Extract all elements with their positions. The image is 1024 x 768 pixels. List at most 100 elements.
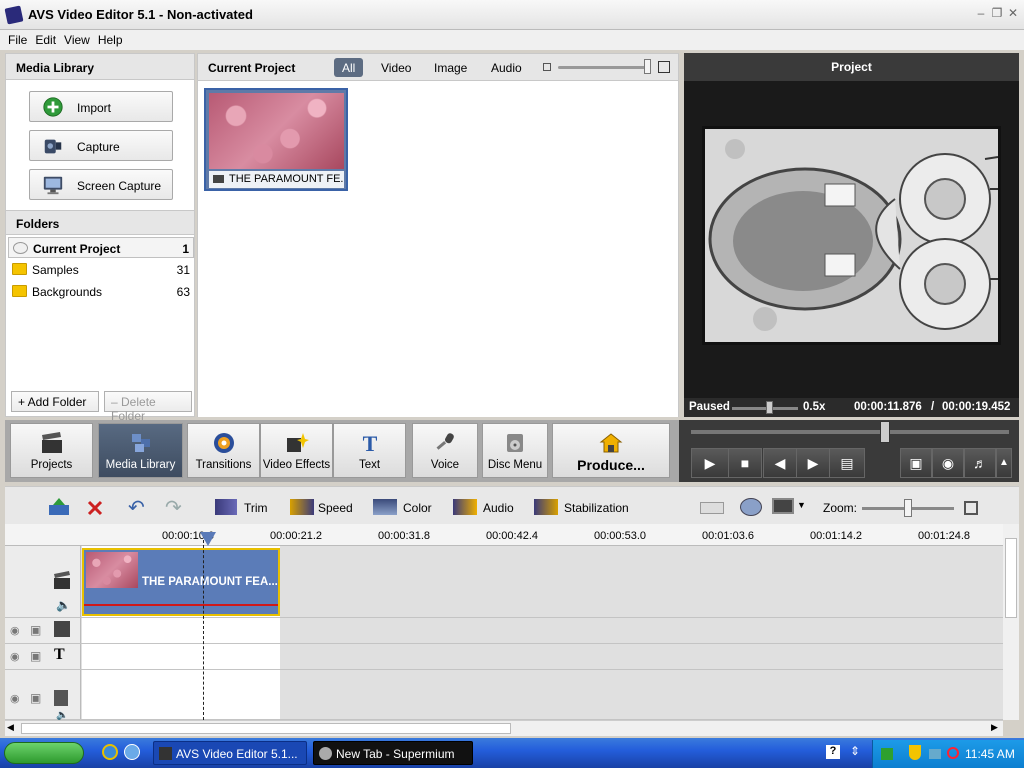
capture-button[interactable]: Capture: [29, 130, 173, 161]
volume-tray-icon[interactable]: [929, 749, 941, 759]
media-clip-thumbnail[interactable]: THE PARAMOUNT FE...: [204, 88, 348, 191]
volume-button[interactable]: ♬: [964, 448, 996, 478]
minimize-icon[interactable]: –: [974, 6, 988, 20]
projects-button[interactable]: Projects: [10, 423, 93, 478]
filter-image[interactable]: Image: [426, 58, 475, 77]
lock-icon[interactable]: ▣: [30, 649, 41, 663]
menu-help[interactable]: Help: [94, 30, 127, 47]
folder-current-project[interactable]: Current Project 1: [8, 237, 194, 258]
menu-file[interactable]: File: [0, 30, 31, 47]
library-actions: Import Capture Screen Capture: [5, 80, 195, 210]
stabilization-button[interactable]: Stabilization: [564, 501, 629, 515]
scroll-thumb[interactable]: [1005, 538, 1017, 618]
folder-samples[interactable]: Samples 31: [8, 259, 194, 280]
voice-button[interactable]: Voice: [412, 423, 478, 478]
fullscreen-button[interactable]: ▤: [829, 448, 865, 478]
ruler-tick-label: 00:00:42.4: [486, 530, 538, 542]
fullscreen-icon: ▤: [840, 455, 854, 471]
tray-arrows-icon[interactable]: ⇕: [850, 744, 860, 758]
redo-icon[interactable]: ↷: [165, 495, 182, 520]
scroll-left-icon[interactable]: ◀: [7, 722, 14, 733]
text-track-icon: T: [54, 646, 65, 663]
mute-icon[interactable]: 🔈: [56, 598, 71, 612]
filter-all[interactable]: All: [334, 58, 364, 77]
restore-icon[interactable]: ❐: [990, 6, 1004, 20]
text-track[interactable]: [5, 644, 1003, 670]
chevron-down-icon[interactable]: ▼: [797, 500, 806, 510]
speed-value: 0.5x: [803, 401, 826, 413]
display-icon[interactable]: [772, 498, 794, 514]
speed-button[interactable]: Speed: [318, 501, 353, 515]
task-new-tab[interactable]: New Tab - Supermium: [313, 741, 473, 765]
audio-button[interactable]: Audio: [483, 501, 514, 515]
previous-frame-button[interactable]: ◀: [763, 448, 797, 478]
delete-icon[interactable]: [86, 499, 104, 517]
visibility-eye-icon[interactable]: ◉: [10, 692, 20, 705]
transitions-button[interactable]: Transitions: [187, 423, 260, 478]
seek-handle[interactable]: [880, 421, 890, 443]
start-button[interactable]: [4, 742, 84, 764]
browser-icon[interactable]: [124, 744, 140, 760]
close-icon[interactable]: ✕: [1006, 6, 1020, 20]
horizontal-scrollbar[interactable]: ◀ ▶: [5, 720, 1003, 736]
timeline-video-clip[interactable]: THE PARAMOUNT FEA...: [82, 548, 280, 616]
split-icon[interactable]: [700, 502, 724, 514]
speed-slider[interactable]: [732, 407, 798, 410]
search-icon[interactable]: [947, 747, 959, 759]
import-button[interactable]: Import: [29, 91, 173, 122]
transitions-label: Transitions: [195, 459, 252, 471]
scroll-right-icon[interactable]: ▶: [991, 722, 998, 733]
scroll-thumb[interactable]: [21, 723, 511, 734]
task-avs-video-editor[interactable]: AVS Video Editor 5.1...: [153, 741, 307, 765]
play-button[interactable]: ▶: [691, 448, 729, 478]
lock-icon[interactable]: ▣: [30, 691, 41, 705]
storyboard-toggle-icon[interactable]: [47, 497, 71, 517]
folder-backgrounds[interactable]: Backgrounds 63: [8, 281, 194, 302]
video-effects-button[interactable]: Video Effects: [260, 423, 333, 478]
seek-bar[interactable]: [691, 430, 1009, 434]
preview-window-button[interactable]: ▣: [900, 448, 932, 478]
timeline-ruler[interactable]: 00:00:10.6 00:00:21.2 00:00:31.8 00:00:4…: [5, 524, 1003, 546]
trim-button[interactable]: Trim: [244, 501, 268, 515]
audio-track[interactable]: [5, 670, 1003, 720]
snapshot-button[interactable]: ◉: [932, 448, 964, 478]
screen-capture-button[interactable]: Screen Capture: [29, 169, 173, 200]
volume-menu-button[interactable]: ▲: [996, 448, 1012, 478]
filter-audio[interactable]: Audio: [483, 58, 530, 77]
color-button[interactable]: Color: [403, 501, 432, 515]
speed-slider-handle[interactable]: [766, 401, 773, 414]
menu-view[interactable]: View: [60, 30, 94, 47]
internet-explorer-icon[interactable]: [102, 744, 118, 760]
media-library-button[interactable]: Media Library: [98, 423, 183, 478]
small-thumbs-icon[interactable]: [543, 63, 551, 71]
clip-title: THE PARAMOUNT FEA...: [142, 576, 278, 588]
security-shield-icon[interactable]: [909, 745, 921, 760]
lock-icon[interactable]: ▣: [30, 623, 41, 637]
delete-folder-button[interactable]: – Delete Folder: [104, 391, 192, 423]
undo-icon[interactable]: ↶: [128, 495, 145, 520]
transitions-icon: [213, 433, 234, 453]
fit-to-window-icon[interactable]: [964, 501, 978, 515]
visibility-eye-icon[interactable]: ◉: [10, 624, 20, 637]
filter-video[interactable]: Video: [373, 58, 419, 77]
large-thumbs-icon[interactable]: [658, 61, 670, 73]
vertical-scrollbar[interactable]: [1003, 524, 1019, 720]
network-icon[interactable]: [881, 748, 893, 760]
clip-thumbnail: [86, 552, 138, 588]
zoom-slider-handle[interactable]: [904, 499, 912, 517]
add-folder-button[interactable]: + Add Folder: [11, 391, 99, 412]
chevron-up-icon: ▲: [999, 457, 1009, 468]
effects-track[interactable]: [5, 618, 1003, 644]
thumb-size-slider[interactable]: [558, 66, 650, 69]
webcam-icon[interactable]: [740, 498, 762, 516]
text-button[interactable]: T Text: [333, 423, 406, 478]
menu-edit[interactable]: Edit: [31, 30, 60, 47]
stop-button[interactable]: ■: [728, 448, 762, 478]
visibility-eye-icon[interactable]: ◉: [10, 650, 20, 663]
clip-caption: THE PARAMOUNT FE...: [209, 171, 344, 188]
help-icon[interactable]: ?: [826, 745, 840, 759]
produce-button[interactable]: Produce...: [552, 423, 670, 478]
next-frame-button[interactable]: ▶: [796, 448, 830, 478]
disc-menu-button[interactable]: Disc Menu: [482, 423, 548, 478]
slider-handle[interactable]: [644, 59, 651, 74]
